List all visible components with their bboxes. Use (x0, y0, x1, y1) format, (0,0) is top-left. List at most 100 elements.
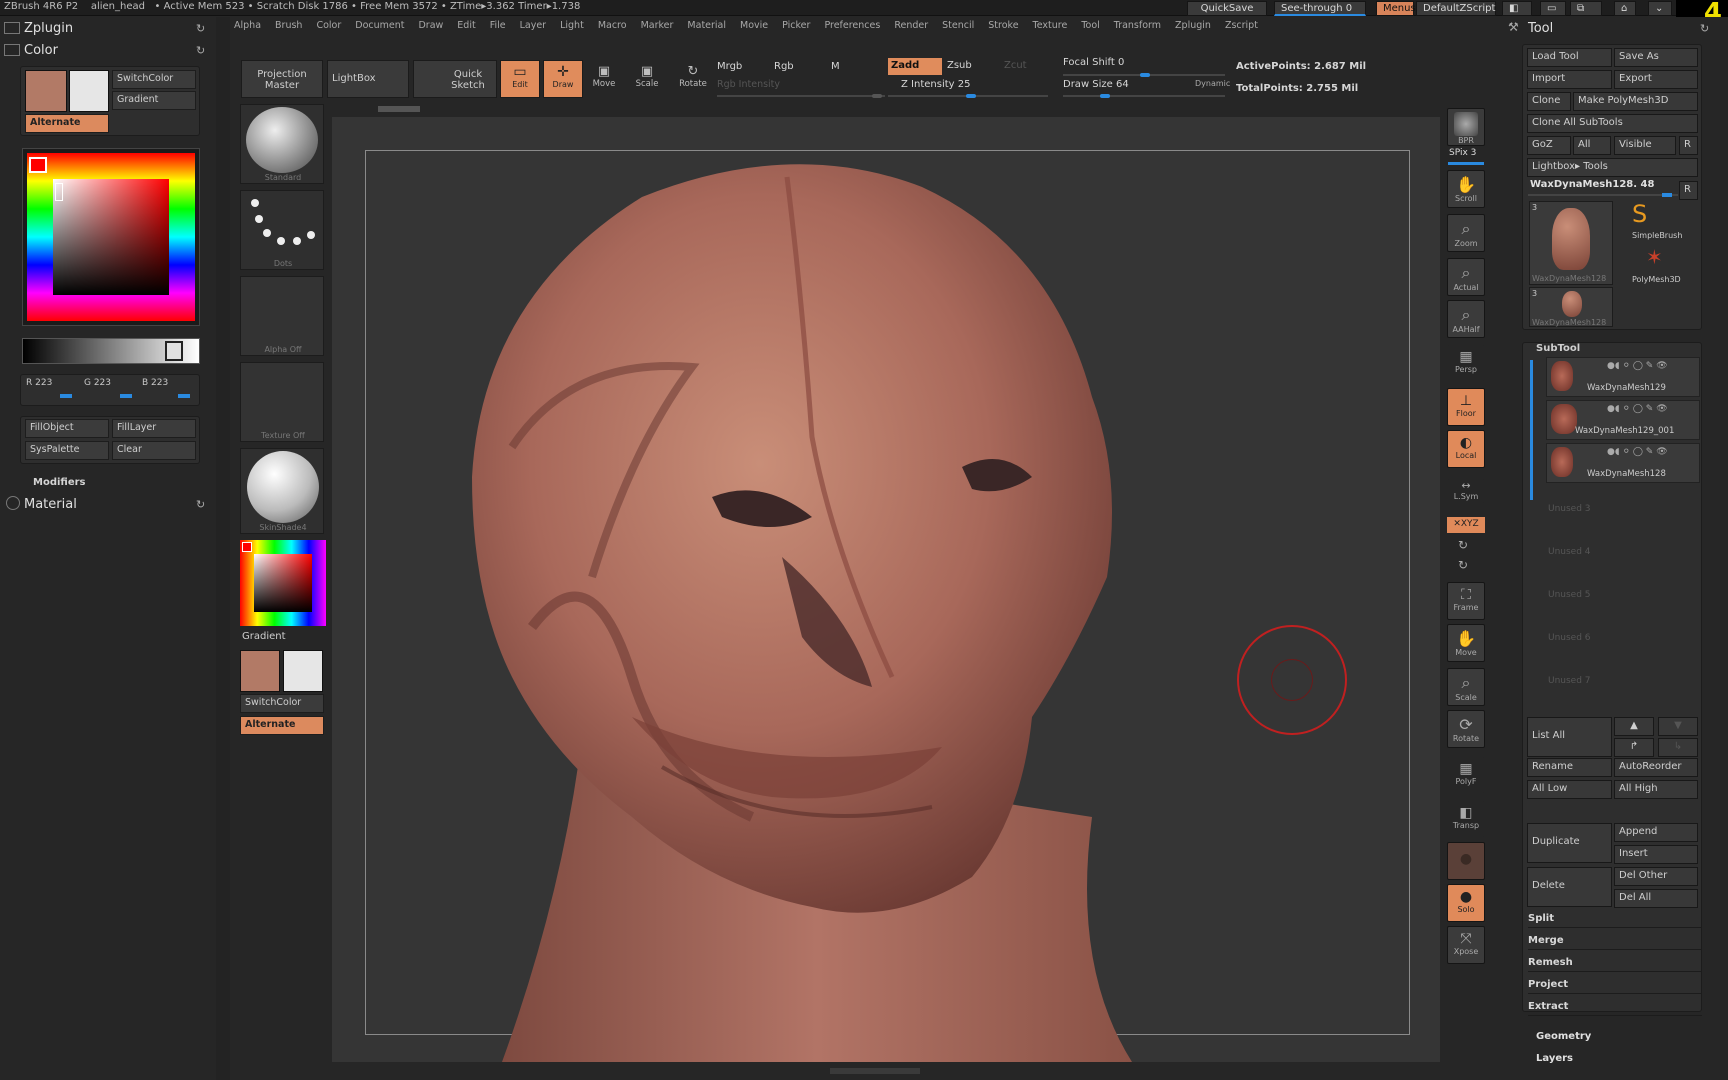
list-all-button[interactable]: List All (1527, 717, 1612, 757)
window-icon[interactable]: ▭ (1540, 1, 1566, 16)
draw-button[interactable]: ✛ Draw (543, 60, 583, 98)
refresh-icon[interactable]: ↻ (1700, 22, 1709, 35)
duplicate-button[interactable]: Duplicate (1527, 823, 1612, 863)
xyz-symmetry-button[interactable]: ✕XYZ (1447, 517, 1485, 533)
draw-size-slider[interactable]: Draw Size 64 (1063, 79, 1129, 90)
rename-button[interactable]: Rename (1527, 758, 1612, 777)
draw-size-knob[interactable] (1100, 94, 1110, 98)
blue-slider-knob[interactable] (178, 394, 190, 398)
texture-selector[interactable]: Texture Off (240, 362, 324, 442)
load-tool-button[interactable]: Load Tool (1527, 48, 1612, 67)
edit-button[interactable]: ▭ Edit (500, 60, 540, 98)
secondary-color-swatch[interactable] (69, 70, 109, 112)
goz-button[interactable]: GoZ (1527, 136, 1571, 155)
solo-button[interactable]: ● Solo (1447, 884, 1485, 922)
spix-track[interactable] (1448, 162, 1484, 165)
draw-size-track[interactable] (1063, 95, 1225, 97)
menu-preferences[interactable]: Preferences (824, 20, 880, 31)
subtool-toggle-icon[interactable]: ●◖ ⚪ ◯ ✎ 👁 (1607, 404, 1668, 414)
polymesh-star-icon[interactable]: ✶ (1646, 245, 1663, 269)
import-button[interactable]: Import (1527, 70, 1612, 89)
material-header[interactable]: Material (24, 497, 77, 512)
focal-shift-slider[interactable]: Focal Shift 0 (1063, 57, 1124, 68)
append-button[interactable]: Append (1614, 823, 1698, 842)
clone-button[interactable]: Clone (1527, 92, 1571, 111)
transp-button[interactable]: ◧ Transp (1447, 800, 1485, 838)
floor-button[interactable]: ⊥ Floor (1447, 388, 1485, 426)
dynamic-toggle[interactable]: Dynamic (1195, 79, 1230, 88)
lightbox-button[interactable]: LightBox (327, 60, 409, 98)
rgb-intensity-knob[interactable] (872, 94, 882, 98)
tool-thumb-main[interactable]: 3 WaxDynaMesh128 (1529, 201, 1613, 285)
make-polymesh-button[interactable]: Make PolyMesh3D (1573, 92, 1698, 111)
subtool-scrollbar[interactable] (1530, 360, 1533, 500)
filllayer-button[interactable]: FillLayer (112, 419, 196, 438)
z-intensity-slider[interactable]: Z Intensity 25 (901, 79, 970, 90)
xpose-button[interactable]: ⤧ Xpose (1447, 926, 1485, 964)
goz-all-button[interactable]: All (1573, 136, 1611, 155)
menu-zplugin[interactable]: Zplugin (1175, 20, 1211, 31)
polyf-button[interactable]: ▦ PolyF (1447, 756, 1485, 794)
z-intensity-knob[interactable] (966, 94, 976, 98)
refresh-icon[interactable]: ↻ (196, 22, 205, 35)
delete-button[interactable]: Delete (1527, 867, 1612, 907)
scale-button[interactable]: ▣ Scale (632, 64, 662, 89)
alternate-button[interactable]: Alternate (25, 114, 109, 133)
subtool-item-3[interactable]: WaxDynaMesh128 ●◖ ⚪ ◯ ✎ 👁 (1546, 443, 1700, 483)
see-through-slider[interactable]: See-through 0 (1274, 1, 1366, 16)
tool-slider-track[interactable] (1528, 194, 1678, 196)
window-double-icon[interactable]: ⧉ (1570, 1, 1602, 16)
refresh-icon[interactable]: ↻ (196, 498, 205, 511)
menu-material[interactable]: Material (687, 20, 726, 31)
rotate-view-button[interactable]: ⟳ Rotate (1447, 710, 1485, 748)
zcut-button[interactable]: Zcut (1004, 60, 1027, 71)
menu-render[interactable]: Render (894, 20, 928, 31)
value-slider[interactable] (22, 338, 200, 364)
rotate-button[interactable]: ↻ Rotate (677, 64, 709, 89)
value-slider-knob[interactable] (165, 341, 183, 361)
quick-sketch-button[interactable]: Quick Sketch (413, 60, 497, 98)
material-selector[interactable]: SkinShade4 (240, 448, 324, 534)
spix-slider[interactable]: SPix 3 (1449, 148, 1476, 158)
refresh-icon[interactable]: ↻ (196, 44, 205, 57)
alien-head-model[interactable] (332, 117, 1440, 1062)
goz-r-button[interactable]: R (1679, 136, 1698, 155)
current-tool-name[interactable]: WaxDynaMesh128. 48 (1530, 179, 1654, 190)
green-value[interactable]: G 223 (84, 378, 111, 388)
arrow-right-icon[interactable]: ↱ (1614, 738, 1654, 757)
menu-macro[interactable]: Macro (598, 20, 627, 31)
zadd-button[interactable]: Zadd (888, 58, 942, 75)
quicksave-button[interactable]: QuickSave (1187, 1, 1267, 16)
menu-movie[interactable]: Movie (740, 20, 768, 31)
shelf-switchcolor-button[interactable]: SwitchColor (240, 694, 324, 713)
minimize-icon[interactable]: ⌄ (1648, 1, 1672, 16)
remesh-section[interactable]: Remesh (1528, 957, 1702, 972)
rotate-z-icon[interactable]: ↻ (1458, 558, 1468, 572)
rgb-button[interactable]: Rgb (774, 61, 794, 72)
menu-texture[interactable]: Texture (1033, 20, 1068, 31)
focal-shift-knob[interactable] (1140, 73, 1150, 77)
alpha-selector[interactable]: Alpha Off (240, 276, 324, 356)
persp-button[interactable]: ▦ Persp (1447, 344, 1485, 382)
red-value[interactable]: R 223 (26, 378, 52, 388)
tool-thumb-secondary[interactable]: 3 WaxDynaMesh128 (1529, 287, 1613, 327)
menu-stencil[interactable]: Stencil (942, 20, 974, 31)
visible-button[interactable]: Visible (1614, 136, 1676, 155)
menu-layer[interactable]: Layer (520, 20, 547, 31)
zsub-button[interactable]: Zsub (947, 60, 972, 71)
menu-file[interactable]: File (490, 20, 506, 31)
tool-header[interactable]: Tool (1528, 21, 1553, 36)
autoreorder-button[interactable]: AutoReorder (1614, 758, 1698, 777)
merge-section[interactable]: Merge (1528, 935, 1702, 950)
default-zscript-button[interactable]: DefaultZScript (1416, 1, 1496, 16)
menu-color[interactable]: Color (316, 20, 341, 31)
subtool-item-2[interactable]: WaxDynaMesh129_001 ●◖ ⚪ ◯ ✎ 👁 (1546, 400, 1700, 440)
mini-color-picker[interactable] (240, 540, 326, 626)
m-button[interactable]: M (831, 61, 840, 72)
rgb-intensity-track[interactable] (717, 95, 885, 97)
mini-sv-square[interactable] (254, 554, 312, 612)
menu-edit[interactable]: Edit (457, 20, 475, 31)
zplugin-header[interactable]: Zplugin (24, 21, 73, 36)
local-button[interactable]: ◐ Local (1447, 430, 1485, 468)
left-tray-separator[interactable] (216, 17, 230, 1080)
